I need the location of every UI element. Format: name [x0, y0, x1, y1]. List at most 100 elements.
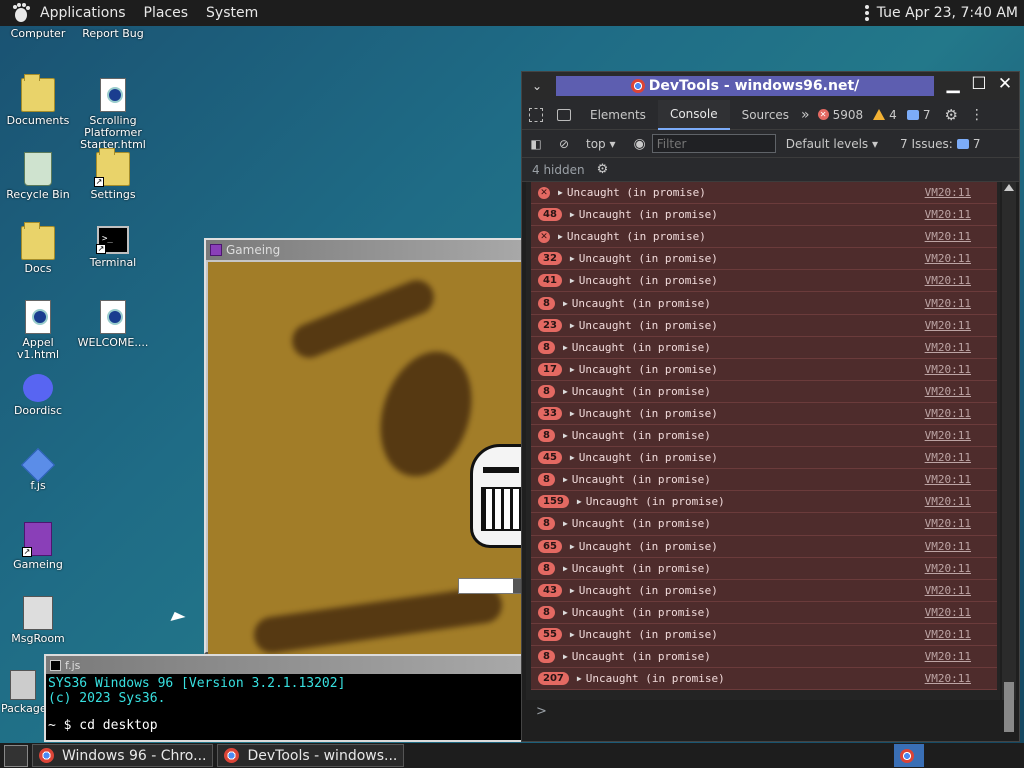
tray-chrome-icon[interactable]: [894, 744, 924, 767]
expand-triangle-icon[interactable]: ▶: [563, 431, 568, 440]
filter-input[interactable]: [651, 134, 776, 153]
desktop-icon-settings[interactable]: ↗ Settings: [76, 148, 150, 201]
console-message-row[interactable]: 8 ▶ Uncaught (in promise) VM20:11: [531, 513, 997, 536]
expand-triangle-icon[interactable]: ▶: [563, 519, 568, 528]
expand-triangle-icon[interactable]: ▶: [563, 608, 568, 617]
desktop-icon-msgroom[interactable]: MsgRoom: [1, 596, 75, 645]
clock[interactable]: Tue Apr 23, 7:40 AM: [877, 5, 1018, 21]
more-tabs-icon[interactable]: »: [801, 107, 810, 123]
eye-icon[interactable]: ◉: [634, 136, 646, 152]
expand-triangle-icon[interactable]: ▶: [570, 210, 575, 219]
desktop-icon-scrolling-platformer[interactable]: Scrolling Platformer Starter.html: [76, 78, 150, 151]
source-link[interactable]: VM20:11: [925, 208, 971, 221]
desktop-icon-docs[interactable]: Docs: [1, 222, 75, 275]
source-link[interactable]: VM20:11: [925, 252, 971, 265]
console-message-row[interactable]: 65 ▶ Uncaught (in promise) VM20:11: [531, 535, 997, 558]
terminal-prompt[interactable]: ~ $ cd desktop: [48, 718, 520, 733]
chevron-down-icon[interactable]: ⌄: [522, 79, 552, 93]
expand-triangle-icon[interactable]: ▶: [563, 652, 568, 661]
source-link[interactable]: VM20:11: [925, 341, 971, 354]
console-message-row[interactable]: 207 ▶ Uncaught (in promise) VM20:11: [531, 668, 997, 691]
taskbar-item-chrome[interactable]: Windows 96 - Chro...: [32, 744, 214, 767]
source-link[interactable]: VM20:11: [925, 628, 971, 641]
expand-triangle-icon[interactable]: ▶: [570, 365, 575, 374]
console-message-row[interactable]: 33 ▶ Uncaught (in promise) VM20:11: [531, 402, 997, 426]
taskbar-item-devtools[interactable]: DevTools - windows...: [217, 744, 405, 767]
issues-button[interactable]: 7 Issues: 7: [900, 137, 980, 151]
places-menu[interactable]: Places: [135, 0, 198, 26]
console-message-row[interactable]: 8 ▶ Uncaught (in promise) VM20:11: [531, 336, 997, 359]
expand-triangle-icon[interactable]: ▶: [570, 409, 575, 418]
error-counter[interactable]: ✕ 5908 4 7: [817, 108, 930, 122]
expand-triangle-icon[interactable]: ▶: [570, 321, 575, 330]
source-link[interactable]: VM20:11: [925, 451, 971, 464]
kebab-menu-icon[interactable]: ⋮: [970, 107, 984, 123]
desktop-icon-fjs[interactable]: f.js: [1, 448, 75, 492]
inspect-element-icon[interactable]: [522, 100, 550, 130]
source-link[interactable]: VM20:11: [925, 429, 971, 442]
expand-triangle-icon[interactable]: ▶: [563, 475, 568, 484]
terminal-titlebar[interactable]: f.js: [46, 656, 522, 674]
desktop-icon-gameing[interactable]: ↗ Gameing: [1, 522, 75, 571]
source-link[interactable]: VM20:11: [925, 517, 971, 530]
device-toolbar-icon[interactable]: [550, 100, 578, 130]
devtools-titlebar[interactable]: ⌄ DevTools - windows96.net/ ▁ ☐ ✕: [522, 72, 1019, 100]
desktop-icon-welcome[interactable]: WELCOME....: [76, 300, 150, 349]
desktop-icon-terminal[interactable]: ↗ Terminal: [76, 226, 150, 269]
scroll-up-icon[interactable]: [1004, 184, 1014, 191]
source-link[interactable]: VM20:11: [925, 407, 971, 420]
source-link[interactable]: VM20:11: [925, 186, 971, 199]
source-link[interactable]: VM20:11: [925, 230, 971, 243]
sidebar-toggle-icon[interactable]: ◧: [522, 129, 550, 159]
console-message-row[interactable]: 48 ▶ Uncaught (in promise) VM20:11: [531, 204, 997, 227]
tab-sources[interactable]: Sources: [730, 100, 801, 130]
console-message-row[interactable]: 8 ▶ Uncaught (in promise) VM20:11: [531, 425, 997, 448]
gameing-titlebar[interactable]: Gameing: [206, 240, 522, 260]
expand-triangle-icon[interactable]: ▶: [563, 564, 568, 573]
source-link[interactable]: VM20:11: [925, 540, 971, 553]
clear-console-icon[interactable]: ⊘: [550, 129, 578, 159]
console-message-row[interactable]: 32 ▶ Uncaught (in promise) VM20:11: [531, 248, 997, 271]
console-message-row[interactable]: 8 ▶ Uncaught (in promise) VM20:11: [531, 601, 997, 624]
expand-triangle-icon[interactable]: ▶: [570, 453, 575, 462]
desktop-icon-report-bug[interactable]: Report Bug: [76, 28, 150, 40]
expand-triangle-icon[interactable]: ▶: [570, 276, 575, 285]
source-link[interactable]: VM20:11: [925, 363, 971, 376]
expand-triangle-icon[interactable]: ▶: [558, 188, 563, 197]
source-link[interactable]: VM20:11: [925, 584, 971, 597]
gameing-window[interactable]: Gameing: [204, 238, 524, 654]
expand-triangle-icon[interactable]: ▶: [558, 232, 563, 241]
console-message-row[interactable]: 8 ▶ Uncaught (in promise) VM20:11: [531, 645, 997, 669]
console-message-row[interactable]: 43 ▶ Uncaught (in promise) VM20:11: [531, 579, 997, 602]
desktop-icon-doordisc[interactable]: Doordisc: [1, 374, 75, 417]
expand-triangle-icon[interactable]: ▶: [570, 586, 575, 595]
tab-elements[interactable]: Elements: [578, 100, 658, 130]
show-desktop-button[interactable]: [4, 744, 28, 767]
console-message-row[interactable]: ✕ ▶ Uncaught (in promise) VM20:11: [531, 226, 997, 249]
expand-triangle-icon[interactable]: ▶: [570, 542, 575, 551]
source-link[interactable]: VM20:11: [925, 473, 971, 486]
system-menu[interactable]: System: [197, 0, 267, 26]
console-message-row[interactable]: 45 ▶ Uncaught (in promise) VM20:11: [531, 447, 997, 470]
console-message-row[interactable]: 159 ▶ Uncaught (in promise) VM20:11: [531, 491, 997, 514]
expand-triangle-icon[interactable]: ▶: [563, 343, 568, 352]
panel-menu-icon[interactable]: [864, 5, 869, 21]
desktop-icon-recycle-bin[interactable]: Recycle Bin: [1, 152, 75, 201]
source-link[interactable]: VM20:11: [925, 274, 971, 287]
console-message-row[interactable]: 41 ▶ Uncaught (in promise) VM20:11: [531, 270, 997, 293]
console-message-row[interactable]: ✕ ▶ Uncaught (in promise) VM20:11: [531, 182, 997, 205]
gear-icon[interactable]: ⚙: [944, 106, 957, 124]
expand-triangle-icon[interactable]: ▶: [577, 674, 582, 683]
maximize-icon[interactable]: ☐: [969, 74, 989, 94]
terminal-output[interactable]: SYS36 Windows 96 [Version 3.2.1.13202] (…: [46, 674, 522, 735]
game-canvas[interactable]: [208, 262, 524, 654]
source-link[interactable]: VM20:11: [925, 650, 971, 663]
minimize-icon[interactable]: ▁: [943, 74, 963, 94]
context-selector[interactable]: top ▾: [586, 137, 616, 151]
source-link[interactable]: VM20:11: [925, 606, 971, 619]
desktop-icon-documents[interactable]: Documents: [1, 74, 75, 127]
terminal-window[interactable]: f.js SYS36 Windows 96 [Version 3.2.1.132…: [44, 654, 524, 742]
console-message-row[interactable]: 8 ▶ Uncaught (in promise) VM20:11: [531, 292, 997, 315]
console-messages[interactable]: ✕ ▶ Uncaught (in promise) VM20:11 48 ▶ Uncaugh…: [526, 182, 1000, 700]
source-link[interactable]: VM20:11: [925, 297, 971, 310]
